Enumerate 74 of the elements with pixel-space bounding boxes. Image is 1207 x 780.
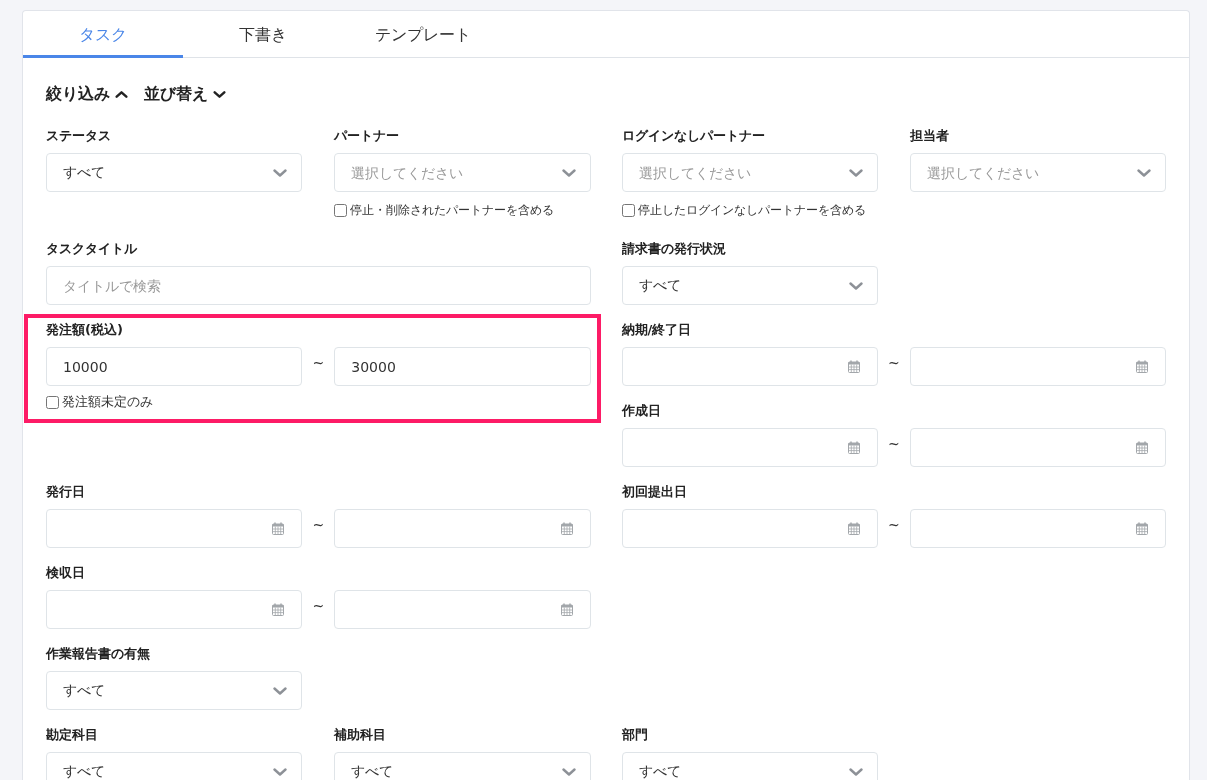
amount-field[interactable]: 10000 bbox=[46, 347, 303, 386]
date-field[interactable] bbox=[909, 428, 1166, 467]
date-field[interactable] bbox=[46, 590, 303, 629]
date-field[interactable] bbox=[334, 509, 591, 548]
calendar-icon bbox=[1136, 522, 1148, 535]
range-separator: ~ bbox=[312, 597, 325, 614]
field-label: 検収日 bbox=[46, 564, 85, 581]
dropdown[interactable]: すべて bbox=[621, 266, 878, 305]
field-label: 勘定科目 bbox=[46, 726, 98, 743]
dropdown[interactable]: すべて bbox=[334, 752, 591, 780]
tab[interactable]: タスク bbox=[23, 11, 183, 58]
field-label: 納期/終了日 bbox=[621, 321, 692, 338]
checkbox[interactable] bbox=[46, 395, 59, 409]
range-separator: ~ bbox=[312, 354, 325, 371]
chevron-down-icon bbox=[273, 169, 288, 177]
field-label: 作業報告書の有無 bbox=[46, 645, 150, 662]
field-label: 作成日 bbox=[621, 402, 661, 419]
checkbox-label: 発注額未定のみ bbox=[62, 394, 153, 410]
field-label: 発行日 bbox=[46, 483, 85, 500]
search-field[interactable]: タイトルで検索 bbox=[46, 266, 591, 305]
checkbox-label: 停止・削除されたパートナーを含める bbox=[350, 202, 555, 218]
chevron-down-icon bbox=[273, 768, 288, 776]
calendar-icon bbox=[847, 360, 860, 373]
range-separator: ~ bbox=[887, 354, 900, 371]
date-field[interactable] bbox=[909, 509, 1166, 548]
dropdown[interactable]: すべて bbox=[46, 153, 303, 192]
range-separator: ~ bbox=[887, 516, 900, 533]
field-label: 発注額(税込) bbox=[46, 321, 123, 338]
field-label: 補助科目 bbox=[334, 726, 387, 743]
dropdown[interactable]: 選択してください bbox=[909, 153, 1166, 192]
field-label: 初回提出日 bbox=[621, 483, 687, 500]
chevron-down-icon bbox=[561, 768, 576, 776]
dropdown[interactable]: 選択してください bbox=[334, 153, 591, 192]
date-field[interactable] bbox=[621, 509, 878, 548]
date-field[interactable] bbox=[909, 347, 1166, 386]
date-field[interactable] bbox=[621, 347, 878, 386]
tab[interactable]: テンプレート bbox=[343, 11, 503, 58]
chevron-down-icon bbox=[848, 282, 863, 290]
chevron-down-icon bbox=[273, 687, 288, 695]
checkbox[interactable] bbox=[621, 203, 635, 217]
date-field[interactable] bbox=[621, 428, 878, 467]
date-field[interactable] bbox=[334, 590, 591, 629]
field-label: ステータス bbox=[46, 127, 111, 144]
field-label: パートナー bbox=[334, 127, 400, 144]
calendar-icon bbox=[272, 603, 285, 616]
dropdown[interactable]: すべて bbox=[46, 671, 303, 710]
calendar-icon bbox=[1136, 360, 1148, 373]
chevron-down-icon bbox=[848, 768, 863, 776]
calendar-icon bbox=[560, 603, 573, 616]
checkbox[interactable] bbox=[334, 203, 348, 217]
chevron-down-icon bbox=[848, 169, 863, 177]
calendar-icon bbox=[847, 441, 860, 454]
section-toggle[interactable]: 絞り込み bbox=[46, 82, 128, 106]
range-separator: ~ bbox=[887, 435, 900, 452]
chevron-down-icon bbox=[561, 169, 576, 177]
amount-field[interactable]: 30000 bbox=[334, 347, 591, 386]
chevron-down-icon bbox=[1137, 169, 1151, 177]
field-label: タスクタイトル bbox=[46, 240, 137, 257]
checkbox-label: 停止したログインなしパートナーを含める bbox=[637, 202, 866, 218]
tab[interactable]: 下書き bbox=[183, 11, 343, 58]
field-label: 担当者 bbox=[909, 127, 949, 144]
calendar-icon bbox=[560, 522, 573, 535]
field-label: ログインなしパートナー bbox=[621, 127, 765, 144]
dropdown[interactable]: すべて bbox=[621, 752, 878, 780]
calendar-icon bbox=[1136, 441, 1148, 454]
range-separator: ~ bbox=[312, 516, 325, 533]
dropdown[interactable]: 選択してください bbox=[621, 153, 878, 192]
field-label: 請求書の発行状況 bbox=[621, 240, 726, 257]
dropdown[interactable]: すべて bbox=[46, 752, 303, 780]
date-field[interactable] bbox=[46, 509, 303, 548]
section-toggle[interactable]: 並び替え bbox=[144, 82, 226, 106]
calendar-icon bbox=[847, 522, 860, 535]
field-label: 部門 bbox=[621, 726, 648, 743]
calendar-icon bbox=[272, 522, 285, 535]
